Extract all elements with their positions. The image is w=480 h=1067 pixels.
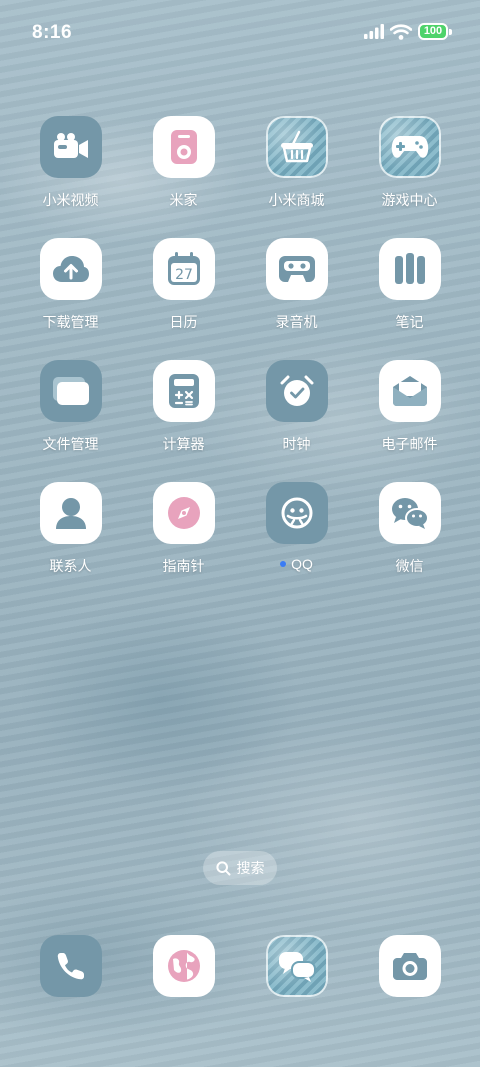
dock-messages[interactable] [240, 935, 353, 999]
person-icon [39, 482, 102, 544]
app-compass[interactable]: 指南针 [127, 482, 240, 604]
app-clock[interactable]: 时钟 [240, 360, 353, 482]
app-calendar[interactable]: 27 日历 [127, 238, 240, 360]
calendar-icon: 27 [152, 238, 215, 300]
dock-browser[interactable] [127, 935, 240, 999]
dock-camera[interactable] [353, 935, 466, 999]
status-time: 8:16 [32, 22, 73, 43]
app-game-center[interactable]: 游戏中心 [353, 116, 466, 238]
app-label: 联系人 [49, 558, 92, 574]
wifi-icon [390, 23, 412, 40]
app-mi-store[interactable]: 小米商城 [240, 116, 353, 238]
app-qq[interactable]: QQ [240, 482, 353, 604]
app-label: 电子邮件 [381, 436, 438, 452]
app-label-text: QQ [291, 556, 313, 572]
cassette-icon [265, 238, 328, 300]
search-button[interactable]: 搜索 [203, 851, 277, 885]
app-wechat[interactable]: 微信 [353, 482, 466, 604]
app-file-manager[interactable]: 文件管理 [14, 360, 127, 482]
app-label: QQ [280, 556, 313, 572]
app-label: 微信 [395, 558, 424, 574]
battery-cap [449, 28, 452, 35]
app-email[interactable]: 电子邮件 [353, 360, 466, 482]
phone-icon [39, 935, 102, 997]
notification-dot [280, 561, 287, 567]
app-contacts[interactable]: 联系人 [14, 482, 127, 604]
app-calculator[interactable]: 计算器 [127, 360, 240, 482]
calculator-icon [152, 360, 215, 422]
cloud-upload-icon [39, 238, 102, 300]
mijia-speaker-icon [152, 116, 215, 178]
app-label: 下载管理 [42, 314, 99, 330]
globe-icon [152, 935, 215, 997]
search-icon [215, 860, 230, 875]
app-mijia[interactable]: 米家 [127, 116, 240, 238]
gamepad-icon [378, 116, 441, 178]
app-label: 录音机 [275, 314, 318, 330]
search-label: 搜索 [236, 860, 265, 876]
signal-icon [364, 24, 384, 39]
app-label: 游戏中心 [381, 192, 438, 208]
dock-phone[interactable] [14, 935, 127, 999]
compass-icon [152, 482, 215, 544]
app-label: 日历 [169, 314, 198, 330]
app-label: 笔记 [395, 314, 424, 330]
wechat-icon [378, 482, 441, 544]
app-label: 指南针 [162, 558, 205, 574]
camera-icon [378, 935, 441, 997]
app-label: 时钟 [282, 436, 311, 452]
app-notes[interactable]: 笔记 [353, 238, 466, 360]
shopping-basket-icon [265, 116, 328, 178]
status-icons: 100 [364, 23, 452, 40]
folder-icon [39, 360, 102, 422]
video-camera-icon [39, 116, 102, 178]
app-grid: 小米视频 米家 小米商城 游戏中心 下载管理 27 日历 录音机 笔记 文件管理… [14, 116, 466, 604]
chat-bubbles-icon [265, 935, 328, 997]
app-label: 文件管理 [42, 436, 99, 452]
alarm-clock-icon [265, 360, 328, 422]
app-mi-video[interactable]: 小米视频 [14, 116, 127, 238]
envelope-icon [378, 360, 441, 422]
app-recorder[interactable]: 录音机 [240, 238, 353, 360]
app-label: 米家 [169, 192, 198, 208]
app-label: 计算器 [162, 436, 205, 452]
app-label: 小米商城 [268, 192, 325, 208]
app-downloads[interactable]: 下载管理 [14, 238, 127, 360]
status-bar: 8:16 100 [0, 0, 480, 64]
notes-icon [378, 238, 441, 300]
calendar-day: 27 [175, 267, 193, 283]
app-label: 小米视频 [42, 192, 99, 208]
dock [14, 935, 466, 999]
qq-penguin-icon [265, 482, 328, 544]
battery-indicator: 100 [418, 23, 448, 40]
